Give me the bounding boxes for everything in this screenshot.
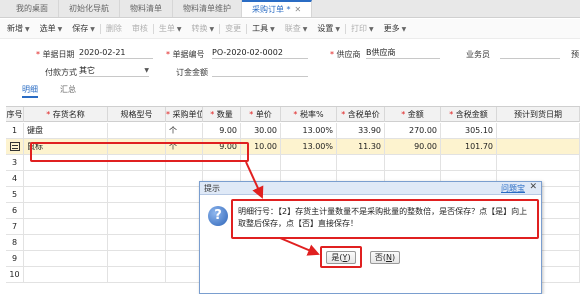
arrow-to-yes	[279, 237, 320, 256]
app-window: 我的桌面 初始化导航 物料清单 物料清单维护 采购订单 * ✕ 新增 ▼ 选单 ▼ 保存 ▼ 删除 审核…	[0, 0, 580, 294]
arrow-to-message	[245, 161, 264, 199]
annotation-arrows	[245, 161, 320, 256]
